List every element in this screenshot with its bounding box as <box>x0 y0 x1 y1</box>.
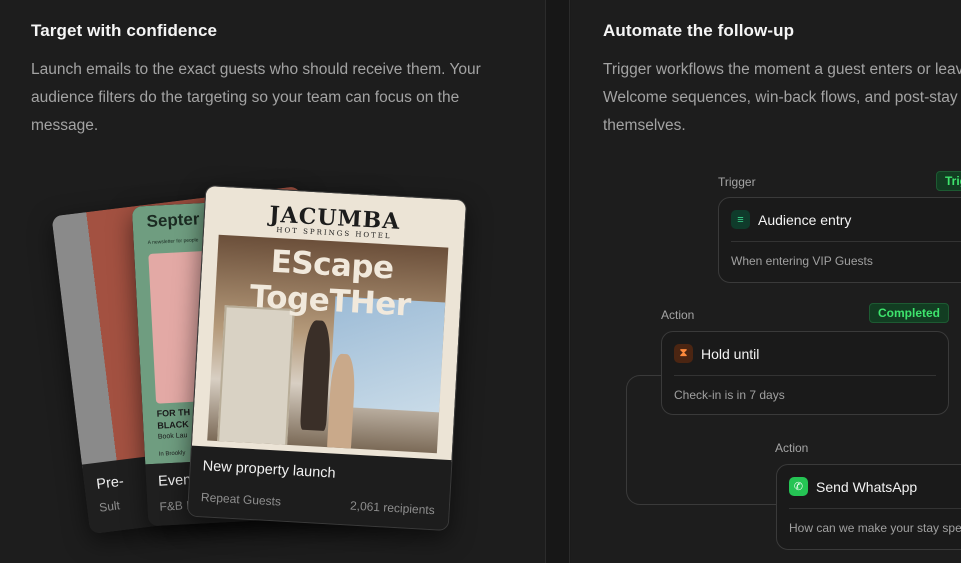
audience-icon: ≡ <box>731 210 750 229</box>
workflow-node-hold[interactable]: ⧗ Hold until Check-in is in 7 days <box>661 331 949 415</box>
node-divider <box>674 375 936 376</box>
recipient-count: 2,061 recipients <box>349 498 436 518</box>
email-audience: Sult <box>98 498 121 515</box>
automation-panel: Automate the follow-up Trigger workflows… <box>571 0 961 563</box>
newsletter-line: Book Lau <box>157 432 188 441</box>
status-badge: Completed <box>869 303 950 323</box>
status-badge: Trig <box>936 171 961 191</box>
hourglass-icon: ⧗ <box>674 344 693 363</box>
node-detail: When entering VIP Guests <box>731 254 873 268</box>
door <box>216 305 295 449</box>
node-type-label: Action <box>661 308 695 322</box>
whatsapp-icon: ✆ <box>789 477 808 496</box>
node-type-label: Trigger <box>718 175 756 189</box>
panel-divider <box>545 0 570 563</box>
email-preview-image: JACUMBA HOT SPRINGS HOTEL EScape TogeTHe… <box>191 186 467 463</box>
hero-headline: EScape TogeTHer <box>248 243 412 324</box>
email-card-footer: New property launch Repeat Guests 2,061 … <box>187 445 452 530</box>
node-divider <box>789 508 961 509</box>
workflow-node-whatsapp[interactable]: ✆ Send WhatsApp How can we make your sta… <box>776 464 961 550</box>
node-divider <box>731 241 961 242</box>
person-figure <box>299 319 333 432</box>
node-header: ≡ Audience entry <box>731 210 851 229</box>
workflow-node-trigger[interactable]: ≡ Audience entry When entering VIP Guest… <box>718 197 961 283</box>
email-title: New property launch <box>202 458 337 482</box>
email-card-front[interactable]: JACUMBA HOT SPRINGS HOTEL EScape TogeTHe… <box>186 184 468 532</box>
hero-photo: EScape TogeTHer <box>207 234 449 454</box>
node-type-label: Action <box>775 441 809 455</box>
flow-connector <box>626 375 666 505</box>
email-title: Even <box>157 472 192 490</box>
panel-description: Trigger workflows the moment a guest ent… <box>603 61 961 134</box>
node-title: Send WhatsApp <box>816 478 918 495</box>
newsletter-location: In Brookly <box>158 450 186 458</box>
node-header: ⧗ Hold until <box>674 344 759 363</box>
node-title: Hold until <box>701 345 760 362</box>
panel-description: Launch emails to the exact guests who sh… <box>31 61 481 134</box>
panel-title: Target with confidence <box>31 21 218 40</box>
node-detail: Check-in is in 7 days <box>674 388 785 402</box>
flow-connector <box>666 504 776 505</box>
targeting-panel: Target with confidence Launch emails to … <box>0 0 545 563</box>
node-header: ✆ Send WhatsApp <box>789 477 917 496</box>
email-title: Pre- <box>95 473 125 493</box>
panel-title: Automate the follow-up <box>603 21 795 40</box>
node-detail: How can we make your stay special? <box>789 521 961 535</box>
newsletter-tagline: A newsletter for people <box>147 237 199 246</box>
node-title: Audience entry <box>758 211 852 228</box>
newsletter-body: FOR TH BLACK Book Lau <box>156 406 191 444</box>
email-audience: Repeat Guests <box>200 490 282 509</box>
newsletter-headline: Septer <box>146 209 200 231</box>
